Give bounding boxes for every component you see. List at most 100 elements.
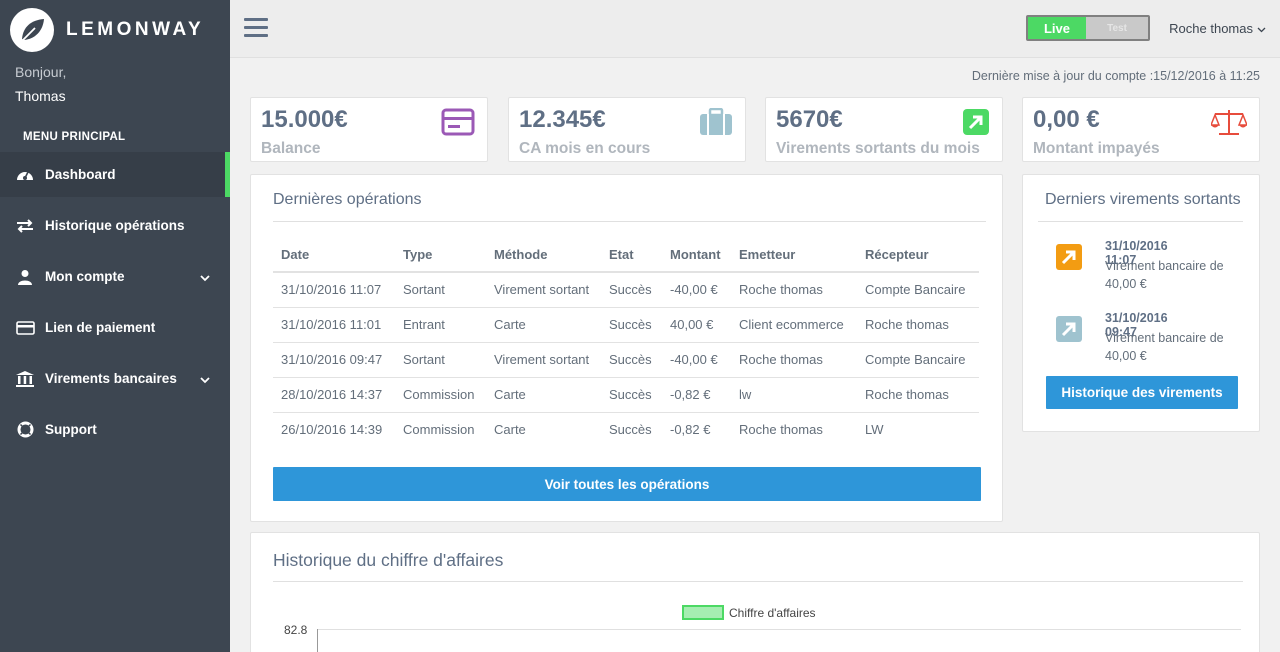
separator: [273, 221, 986, 222]
sidebar-item-label: Lien de paiement: [45, 320, 156, 335]
toggle-live[interactable]: Live: [1028, 17, 1086, 39]
greeting: Bonjour, Thomas: [0, 64, 230, 104]
operations-panel: Dernières opérations Date Type Méthode E…: [250, 174, 1003, 522]
sidebar-item-dashboard[interactable]: Dashboard: [0, 152, 230, 197]
stat-value: 5670€: [776, 106, 843, 133]
virements-panel: Derniers virements sortants 31/10/2016 1…: [1022, 174, 1260, 432]
cell-emetteur: Roche thomas: [731, 341, 857, 377]
cell-methode: Carte: [486, 411, 601, 447]
col-etat[interactable]: Etat: [601, 238, 662, 273]
cell-montant: -0,82 €: [662, 411, 731, 447]
stat-label: Balance: [261, 140, 321, 157]
bank-icon: [15, 370, 35, 388]
cell-etat: Succès: [601, 271, 662, 307]
grid-line: [317, 629, 1241, 630]
sidebar-item-virements-bancaires[interactable]: Virements bancaires: [0, 356, 230, 401]
credit-card-icon: [441, 108, 475, 141]
cell-montant: -40,00 €: [662, 271, 731, 307]
hamburger-menu-icon[interactable]: [244, 18, 268, 38]
cell-date: 31/10/2016 11:01: [273, 306, 395, 342]
sidebar: LEMONWAY Bonjour, Thomas MENU PRINCIPAL …: [0, 0, 230, 652]
credit-card-icon: [15, 319, 35, 337]
sidebar-item-label: Mon compte: [45, 269, 125, 284]
topbar: Live Test Roche thomas: [230, 0, 1280, 58]
historique-virements-button[interactable]: Historique des virements: [1046, 376, 1238, 409]
table-row[interactable]: 28/10/2016 14:37 Commission Carte Succès -0,…: [273, 376, 979, 412]
col-type[interactable]: Type: [395, 238, 486, 273]
sidebar-item-label: Virements bancaires: [45, 371, 177, 386]
arrow-up-right-icon: [1056, 316, 1082, 342]
menu-title: MENU PRINCIPAL: [23, 131, 126, 143]
table-row[interactable]: 31/10/2016 11:01 Entrant Carte Succès 40,00 …: [273, 306, 979, 342]
leaf-logo-icon: [10, 8, 54, 52]
stat-label: CA mois en cours: [519, 140, 651, 157]
col-montant[interactable]: Montant: [662, 238, 731, 273]
cell-methode: Carte: [486, 376, 601, 412]
voir-operations-button[interactable]: Voir toutes les opérations: [273, 467, 981, 501]
col-recepteur[interactable]: Récepteur: [857, 238, 979, 273]
balance-scale-icon: [1209, 108, 1249, 141]
col-methode[interactable]: Méthode: [486, 238, 601, 273]
sidebar-item-label: Dashboard: [45, 167, 116, 182]
cell-type: Sortant: [395, 341, 486, 377]
virement-text: Virement bancaire de 40,00 €: [1105, 331, 1224, 363]
table-row[interactable]: 31/10/2016 09:47 Sortant Virement sortant S…: [273, 341, 979, 377]
cell-etat: Succès: [601, 341, 662, 377]
stat-card-impayes: 0,00 € Montant impayés: [1022, 97, 1260, 162]
brand-logo[interactable]: LEMONWAY: [0, 0, 230, 60]
cell-recepteur: Roche thomas: [857, 306, 979, 342]
cell-methode: Virement sortant: [486, 341, 601, 377]
chevron-down-icon: [200, 270, 210, 285]
cell-recepteur: LW: [857, 411, 979, 447]
virements-title: Derniers virements sortants: [1045, 191, 1241, 208]
cell-date: 31/10/2016 11:07: [273, 271, 395, 307]
cell-montant: 40,00 €: [662, 306, 731, 342]
ca-chart-panel: Historique du chiffre d'affaires Chiffre…: [250, 532, 1260, 652]
toggle-test[interactable]: Test: [1086, 17, 1148, 39]
separator: [273, 581, 1243, 582]
table-row[interactable]: 26/10/2016 14:39 Commission Carte Succès -0,…: [273, 411, 979, 447]
operations-title: Dernières opérations: [273, 191, 422, 208]
sidebar-item-lien-paiement[interactable]: Lien de paiement: [0, 305, 230, 350]
cell-type: Sortant: [395, 271, 486, 307]
cell-emetteur: lw: [731, 376, 857, 412]
separator: [1038, 221, 1243, 222]
cell-etat: Succès: [601, 376, 662, 412]
cell-methode: Virement sortant: [486, 271, 601, 307]
user-menu[interactable]: Roche thomas: [1169, 21, 1266, 36]
sidebar-item-support[interactable]: Support: [0, 407, 230, 452]
cell-date: 28/10/2016 14:37: [273, 376, 395, 412]
stat-value: 0,00 €: [1033, 106, 1100, 133]
cell-type: Commission: [395, 376, 486, 412]
legend-label: Chiffre d'affaires: [729, 605, 816, 620]
table-row[interactable]: 31/10/2016 11:07 Sortant Virement sortant S…: [273, 271, 979, 307]
live-test-toggle[interactable]: Live Test: [1026, 15, 1150, 41]
stat-value: 15.000€: [261, 106, 348, 133]
user-name: Roche thomas: [1169, 21, 1253, 36]
lifebuoy-icon: [15, 421, 35, 439]
cell-montant: -40,00 €: [662, 341, 731, 377]
sidebar-item-historique[interactable]: Historique opérations: [0, 203, 230, 248]
brand-name: LEMONWAY: [66, 19, 205, 40]
cell-recepteur: Roche thomas: [857, 376, 979, 412]
stat-card-balance: 15.000€ Balance: [250, 97, 488, 162]
col-date[interactable]: Date: [273, 238, 395, 273]
sidebar-item-mon-compte[interactable]: Mon compte: [0, 254, 230, 299]
arrow-up-right-icon: [962, 108, 990, 141]
dashboard-icon: [15, 166, 35, 184]
stat-value: 12.345€: [519, 106, 606, 133]
cell-type: Entrant: [395, 306, 486, 342]
arrow-up-right-icon: [1056, 244, 1082, 270]
operations-table: Date Type Méthode Etat Montant Emetteur …: [273, 238, 979, 447]
cell-emetteur: Roche thomas: [731, 411, 857, 447]
cell-type: Commission: [395, 411, 486, 447]
cell-date: 31/10/2016 09:47: [273, 341, 395, 377]
cell-montant: -0,82 €: [662, 376, 731, 412]
greeting-hello: Bonjour,: [15, 64, 67, 80]
stat-card-ca: 12.345€ CA mois en cours: [508, 97, 746, 162]
stat-card-virements: 5670€ Virements sortants du mois: [765, 97, 1003, 162]
chart-legend[interactable]: Chiffre d'affaires: [682, 605, 816, 620]
col-emetteur[interactable]: Emetteur: [731, 238, 857, 273]
stat-label: Virements sortants du mois: [776, 140, 980, 157]
main-menu: Dashboard Historique opérations Mon comp…: [0, 152, 230, 452]
